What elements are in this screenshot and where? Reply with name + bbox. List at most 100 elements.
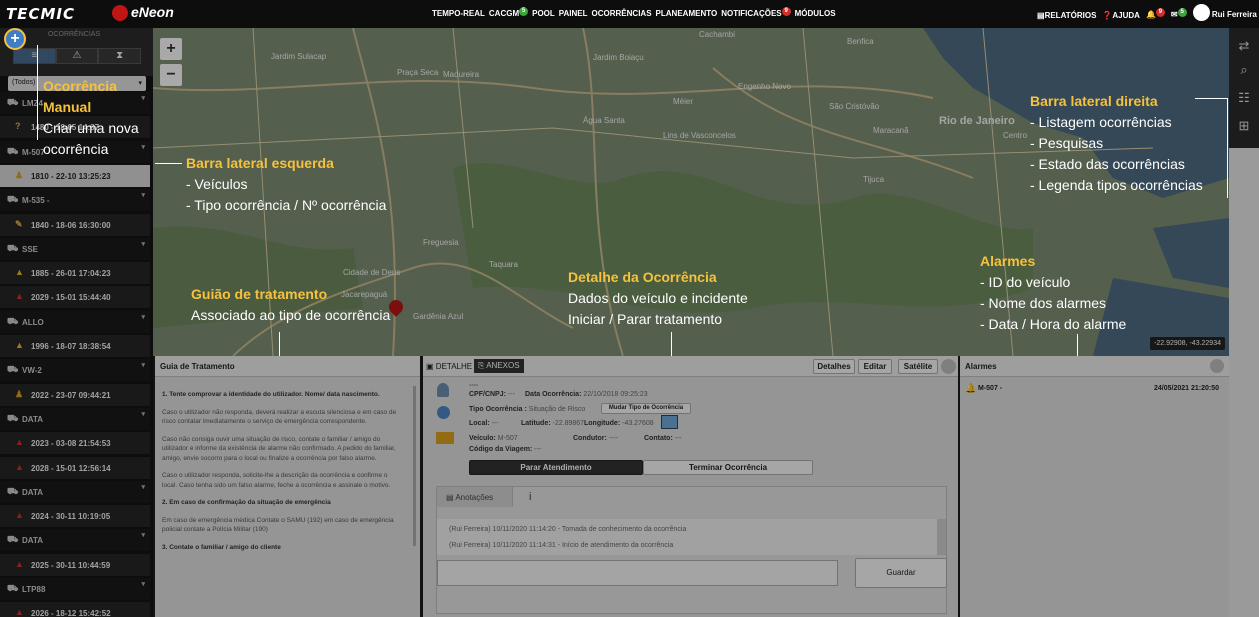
occurrence-row[interactable]: ▲ 2024 - 30-11 10:19:05 — [0, 505, 150, 528]
alarmes-panel: Alarmes 🔔 M-507 - 24/05/2021 21:20:50 — [960, 356, 1229, 617]
occurrence-row[interactable]: ▲ 2023 - 03-08 21:54:53 — [0, 432, 150, 455]
occurrence-row[interactable]: ♟ 2022 - 23-07 09:44:21 — [0, 383, 150, 406]
vehicle-row[interactable]: ⛟ VW-2 ▾ — [0, 359, 150, 382]
chevron-down-icon[interactable]: ▾ — [141, 483, 145, 491]
guia-paragraph: Caso não consiga ouvir uma situação de r… — [162, 435, 396, 462]
tab-anexos[interactable]: ⎘ ANEXOS — [474, 359, 524, 373]
vehicle-label: DATA — [22, 487, 44, 497]
vehicle-row[interactable]: ⛟ LTP88 ▾ — [0, 578, 150, 600]
tab-hourglass-icon[interactable]: ⧗ — [98, 48, 142, 64]
occurrence-row[interactable]: ▲ 2025 - 30-11 10:44:59 — [0, 553, 150, 576]
zoom-in-button[interactable]: + — [160, 38, 182, 60]
alarm-bell-icon: 🔔 — [965, 383, 977, 393]
annotation-barra-esquerda: Barra lateral esquerda - Veículos - Tipo… — [186, 155, 387, 213]
add-occurrence-button[interactable]: + — [4, 28, 26, 50]
annotation-detalhe: Detalhe da Ocorrência Dados do veículo e… — [568, 269, 748, 327]
log-scrollbar[interactable] — [937, 519, 946, 555]
map-place-label: Maracanã — [873, 126, 909, 135]
occurrence-row[interactable]: ▲ 2029 - 15-01 15:44:40 — [0, 286, 150, 309]
mudar-tipo-button[interactable]: Mudar Tipo de Ocorrência — [601, 403, 691, 414]
nav-pool[interactable]: POOL — [532, 9, 555, 20]
guia-scrollbar[interactable] — [413, 386, 416, 546]
warning-red-icon: ▲ — [15, 437, 24, 448]
chevron-down-icon[interactable]: ▾ — [141, 361, 145, 369]
clipboard-icon: ▣ — [426, 362, 434, 371]
nav-modulos[interactable]: MÓDULOS — [795, 9, 836, 20]
map-place-label: Água Santa — [583, 116, 625, 125]
chevron-down-icon[interactable]: ▾ — [141, 94, 145, 102]
chevron-down-icon[interactable]: ▾ — [141, 531, 145, 539]
guia-paragraph: 3. Contate o familiar / amigo do cliente — [162, 543, 281, 551]
vehicle-row[interactable]: ⛟ DATA ▾ — [0, 480, 150, 503]
occurrence-row[interactable]: ▲ 2028 - 15-01 12:56:14 — [0, 456, 150, 479]
chevron-down-icon[interactable]: ▾ — [141, 313, 145, 321]
coords-readout: -22.92908, -43.22934 — [1150, 337, 1225, 350]
occurrence-row[interactable]: ▲ 1996 - 18-07 18:38:54 — [0, 335, 150, 357]
tab-warning-icon[interactable]: ⚠ — [55, 48, 99, 64]
globe-icon[interactable] — [1210, 359, 1224, 373]
occurrence-row[interactable]: ♟ 1810 - 22-10 13:25:23 — [0, 164, 150, 187]
zoom-out-button[interactable]: − — [160, 64, 182, 86]
vehicle-row[interactable]: ⛟ SSE ▾ — [0, 237, 150, 260]
nav-planeamento[interactable]: PLANEAMENTO — [656, 9, 718, 20]
tab-list-icon[interactable]: ≡ — [13, 48, 56, 64]
nav-tempo-real[interactable]: TEMPO-REAL — [432, 9, 485, 20]
occurrence-row[interactable]: ▲ 2026 - 18-12 15:42:52 — [0, 602, 150, 617]
eneon-logo-mark — [112, 5, 128, 22]
occurrence-row[interactable]: ✎ 1840 - 18-06 16:30:00 — [0, 213, 150, 236]
annotation-alarmes: Alarmes - ID do veículo - Nome dos alarm… — [980, 253, 1127, 332]
warning-yellow-icon: ▲ — [15, 267, 24, 278]
occurrence-row[interactable]: ▲ 1885 - 26-01 17:04:23 — [0, 262, 150, 285]
vehicle-label: LTP88 — [22, 585, 46, 594]
vehicle-row[interactable]: ⛟ M-535 - ▾ — [0, 189, 150, 212]
globe-icon[interactable] — [941, 359, 956, 374]
nav-ocorrencias[interactable]: OCORRÊNCIAS — [592, 9, 652, 20]
occurrences-heading: OCORRÊNCIAS — [48, 31, 101, 38]
tecmic-logo: TECMIC — [6, 5, 76, 23]
chevron-down-icon[interactable]: ▾ — [141, 580, 145, 588]
user-menu[interactable]: Rui Ferreira ⌄ — [1192, 4, 1259, 21]
mail-button[interactable]: ✉ 5 — [1171, 7, 1187, 21]
alerts-button[interactable]: 🔔 9 — [1146, 7, 1165, 21]
annotation-barra-direita: Barra lateral direita - Listagem ocorrên… — [1030, 93, 1203, 193]
vehicle-row[interactable]: ⛟ ALLO ▾ — [0, 310, 150, 333]
ajuda-link[interactable]: ❓AJUDA — [1102, 11, 1140, 20]
nav-cacgm[interactable]: CACGM 5 — [489, 7, 529, 20]
search-icon[interactable]: ⌕ — [1229, 62, 1259, 78]
vehicle-row[interactable]: ⛟ DATA ▾ — [0, 529, 150, 552]
vehicle-label: ALLO — [22, 317, 44, 327]
tab-anotacoes[interactable]: ▤ Anotações — [437, 487, 513, 507]
swap-arrows-icon[interactable]: ⇄ — [1229, 38, 1259, 54]
occurrence-label: 2023 - 03-08 21:54:53 — [31, 439, 111, 449]
nav-notificacoes[interactable]: NOTIFICAÇÕES 9 — [721, 7, 791, 20]
info-icon[interactable]: i — [529, 491, 531, 503]
guardar-button[interactable]: Guardar — [855, 558, 947, 588]
hierarchy-icon[interactable]: ☷ — [1229, 90, 1259, 106]
vehicle-row[interactable]: ⛟ DATA ▾ — [0, 407, 150, 430]
tab-detalhe[interactable]: ▣ DETALHE — [426, 362, 472, 371]
pointer-line — [1077, 334, 1078, 356]
chevron-down-icon[interactable]: ▾ — [141, 410, 145, 418]
guia-paragraph: Caso o utilizador não responda, deverá r… — [162, 408, 397, 426]
editar-button[interactable]: Editar — [858, 359, 892, 374]
chevron-down-icon[interactable]: ▾ — [141, 240, 145, 248]
map-place-label: Madureira — [443, 70, 480, 79]
occurrence-name: ---- — [469, 382, 479, 389]
chevron-down-icon[interactable]: ▾ — [141, 191, 145, 199]
detalhes-button[interactable]: Detalhes — [813, 359, 855, 374]
chevron-down-icon[interactable]: ▾ — [141, 143, 145, 151]
annotation-input[interactable] — [437, 560, 838, 586]
occurrence-label: 1996 - 18-07 18:38:54 — [31, 342, 111, 351]
alarm-row[interactable]: 🔔 M-507 - 24/05/2021 21:20:50 — [960, 382, 1229, 396]
note-icon: ▤ — [446, 493, 454, 502]
map-place-label: Freguesia — [423, 238, 459, 247]
map-locate-icon[interactable] — [661, 415, 678, 429]
cacgm-badge: 5 — [519, 7, 529, 16]
nav-painel[interactable]: PAINEL — [559, 9, 588, 20]
satelite-button[interactable]: Satélite — [898, 359, 938, 374]
table-icon[interactable]: ⊞ — [1229, 118, 1259, 134]
parar-atendimento-button[interactable]: Parar Atendimento — [469, 460, 643, 475]
terminar-ocorrencia-button[interactable]: Terminar Ocorrência — [643, 460, 813, 475]
relatorios-link[interactable]: ▤RELATÓRIOS — [1037, 11, 1096, 20]
truck-icon: ⛟ — [7, 97, 19, 107]
